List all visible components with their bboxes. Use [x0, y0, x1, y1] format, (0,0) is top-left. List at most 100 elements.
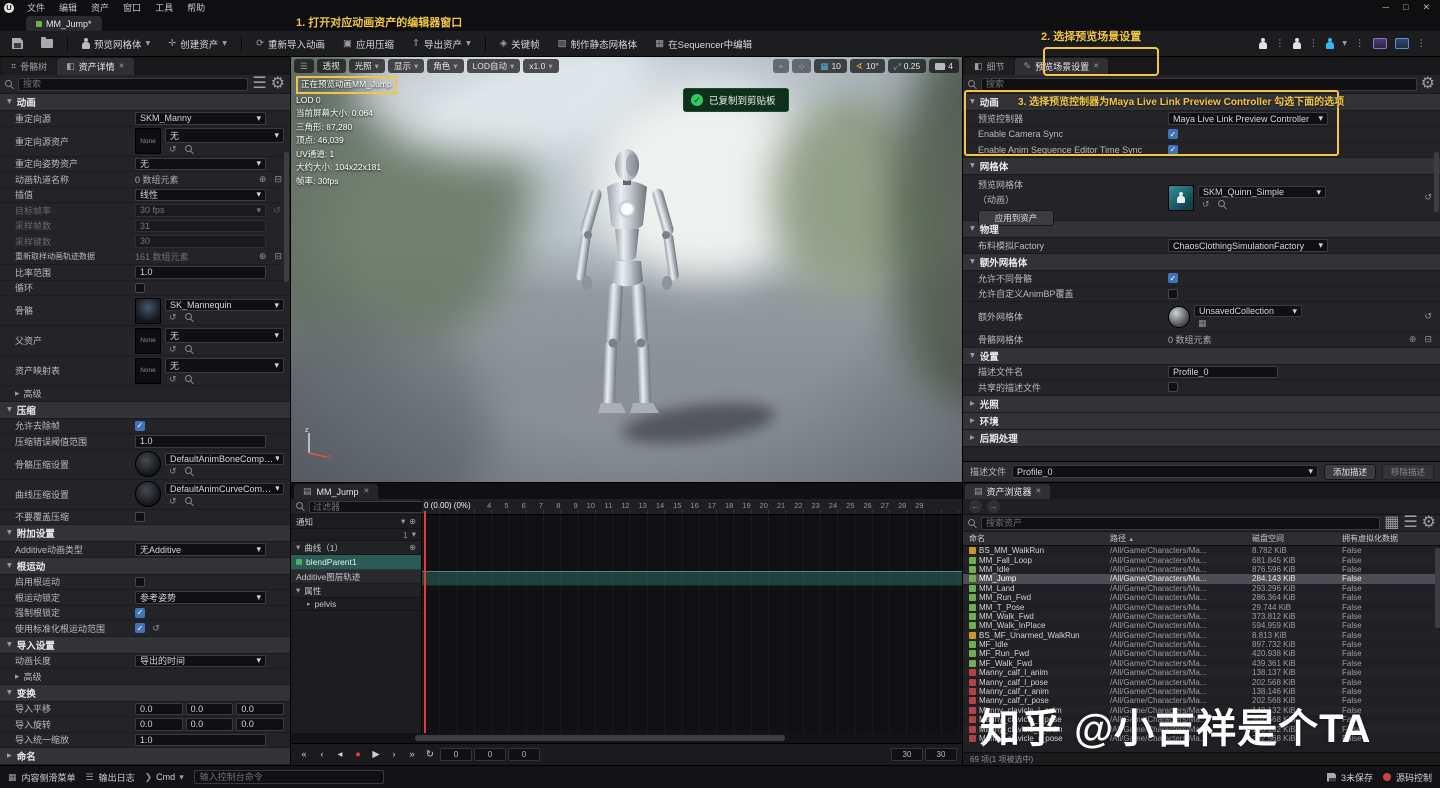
reimport-anim-button[interactable]: 重新导入动画	[250, 34, 331, 54]
scrollbar-thumb[interactable]	[415, 735, 785, 741]
details-search-input[interactable]	[18, 78, 248, 91]
use-selected-icon[interactable]	[1200, 200, 1212, 209]
content-drawer-button[interactable]: 内容侧滑菜单	[8, 771, 76, 784]
rotation-z-input[interactable]: 0.0	[236, 718, 284, 731]
camera-sync-checkbox[interactable]	[1168, 129, 1178, 139]
tab-skeleton-tree[interactable]: 骨骼树	[2, 58, 56, 75]
asset-row[interactable]: MM_Land /All/Game/Characters/Ma... 293.2…	[963, 584, 1440, 593]
step-back-button[interactable]: ‹	[314, 747, 330, 762]
section-root-motion[interactable]: 根运动	[0, 558, 290, 575]
reset-icon[interactable]	[149, 624, 163, 633]
interpolation-dropdown[interactable]: 线性	[135, 189, 266, 202]
minimize-button[interactable]: ─	[1383, 2, 1389, 13]
asset-thumbnail[interactable]: None	[135, 328, 161, 354]
cloth-factory-dropdown[interactable]: ChaosClothingSimulationFactory	[1168, 239, 1328, 252]
section-compression[interactable]: 压缩	[0, 402, 290, 419]
timeline-tracks[interactable]	[422, 515, 962, 733]
skeleton-preview-icon[interactable]	[1293, 38, 1301, 50]
view-options-icon[interactable]	[252, 76, 266, 92]
no-override-checkbox[interactable]	[135, 512, 145, 522]
track-timeline-area[interactable]: 1234567891011121314151617181920212223242…	[422, 499, 962, 733]
step-forward-button[interactable]: ›	[386, 747, 402, 762]
add-element-icon[interactable]	[257, 252, 269, 261]
save-button[interactable]	[6, 35, 29, 52]
normalized-root-checkbox[interactable]	[135, 623, 145, 633]
asset-thumbnail[interactable]: None	[135, 128, 161, 154]
options-dots-icon[interactable]	[1355, 39, 1365, 49]
view-mode-icon[interactable]	[1384, 515, 1399, 531]
active-preview-mode-icon[interactable]	[1326, 38, 1334, 50]
asset-row[interactable]: MF_Run_Fwd /All/Game/Characters/Ma... 42…	[963, 649, 1440, 658]
apply-compression-button[interactable]: 应用压缩	[337, 34, 400, 54]
view-range-start[interactable]: 0	[440, 748, 472, 761]
enable-root-motion-checkbox[interactable]	[135, 577, 145, 587]
maximize-button[interactable]: □	[1403, 2, 1408, 13]
settings-gear-icon[interactable]	[1421, 76, 1435, 92]
skeleton-dropdown[interactable]: SK_Mannequin	[165, 299, 284, 311]
viewport[interactable]: 透视 光照 显示 角色 LOD自动 x1.0 ⌖ ⊹ 10 ∢10° ⤢0.25…	[291, 57, 962, 482]
playback-range-start[interactable]: 0	[474, 748, 506, 761]
details-scrollbar[interactable]	[1434, 152, 1439, 212]
browse-to-asset-button[interactable]	[35, 36, 59, 51]
close-icon[interactable]	[1036, 488, 1042, 495]
anim-length-dropdown[interactable]: 导出的时间	[135, 655, 266, 668]
delete-elements-icon[interactable]	[1422, 335, 1434, 344]
menu-item[interactable]: 工具	[148, 2, 180, 14]
reset-icon[interactable]	[1422, 312, 1434, 321]
scale-snap-button[interactable]: ⤢0.25	[888, 59, 926, 73]
section-mesh[interactable]: 网格体	[963, 158, 1440, 175]
current-frame[interactable]: 0	[508, 748, 540, 761]
menu-item[interactable]: 帮助	[180, 2, 212, 14]
add-curve-icon[interactable]	[409, 544, 416, 552]
column-name[interactable]: 命名	[963, 533, 1110, 544]
preview-mesh-button[interactable]: 预览网格体	[76, 34, 156, 54]
browse-collection-icon[interactable]	[1196, 319, 1209, 328]
add-element-icon[interactable]	[257, 175, 269, 184]
lod-dropdown[interactable]: LOD自动	[467, 59, 521, 73]
browse-icon[interactable]	[185, 145, 194, 154]
perspective-dropdown[interactable]: 透视	[317, 59, 346, 73]
section-additional-meshes[interactable]: 额外网格体	[963, 254, 1440, 271]
close-button[interactable]: ✕	[1422, 2, 1430, 13]
go-to-end-button[interactable]: »	[404, 747, 420, 762]
go-to-start-button[interactable]: «	[296, 747, 312, 762]
track-pelvis[interactable]: pelvis	[291, 598, 421, 611]
loop-checkbox[interactable]	[135, 283, 145, 293]
delete-elements-icon[interactable]	[272, 175, 284, 184]
character-preview-icon[interactable]	[1259, 38, 1267, 50]
compression-thumbnail[interactable]	[135, 481, 161, 507]
asset-row[interactable]: Manny_calf_r_anim /All/Game/Characters/M…	[963, 687, 1440, 696]
asset-row[interactable]: BS_MF_Unarmed_WalkRun /All/Game/Characte…	[963, 631, 1440, 640]
close-icon[interactable]	[364, 488, 370, 495]
track-curves[interactable]: 曲线（1）	[291, 541, 421, 555]
section-transform[interactable]: 变换	[0, 685, 290, 702]
settings-gear-icon[interactable]	[1422, 515, 1436, 531]
browse-icon[interactable]	[1218, 200, 1227, 209]
collection-thumbnail[interactable]	[1168, 306, 1190, 328]
section-additive[interactable]: 附加设置	[0, 525, 290, 542]
options-dots-icon[interactable]	[1309, 39, 1319, 49]
menu-item[interactable]: 窗口	[116, 2, 148, 14]
make-static-mesh-button[interactable]: 制作静态网格体	[552, 34, 644, 54]
allow-stripping-checkbox[interactable]	[135, 421, 145, 431]
asset-row[interactable]: Manny_calf_l_pose /All/Game/Characters/M…	[963, 677, 1440, 686]
tab-details[interactable]: 细节	[965, 58, 1014, 75]
track-filter-input[interactable]	[309, 501, 434, 513]
preview-mesh-dropdown[interactable]: SKM_Quinn_Simple	[1198, 186, 1326, 199]
rotation-snap-button[interactable]: ∢10°	[850, 59, 885, 73]
bone-compression-dropdown[interactable]: DefaultAnimBoneCompressionS	[165, 453, 284, 465]
asset-row[interactable]: MM_Idle /All/Game/Characters/Ma... 876.5…	[963, 565, 1440, 574]
use-selected-icon[interactable]	[167, 497, 179, 506]
retarget-pose-dropdown[interactable]: 无	[135, 158, 266, 171]
allow-different-skeletons-checkbox[interactable]	[1168, 273, 1178, 283]
section-lighting[interactable]: 光照	[963, 396, 1440, 413]
timeline-ruler[interactable]: 1234567891011121314151617181920212223242…	[422, 499, 962, 515]
shared-profile-checkbox[interactable]	[1168, 382, 1178, 392]
options-dots-icon[interactable]	[1417, 39, 1427, 49]
track-notifies[interactable]: 通知	[291, 515, 421, 529]
use-selected-icon[interactable]	[167, 313, 179, 322]
menu-item[interactable]: 资产	[84, 2, 116, 14]
curve-compression-dropdown[interactable]: DefaultAnimCurveCompression	[165, 483, 284, 495]
reset-icon[interactable]	[1422, 193, 1434, 202]
add-element-icon[interactable]	[1407, 335, 1419, 344]
